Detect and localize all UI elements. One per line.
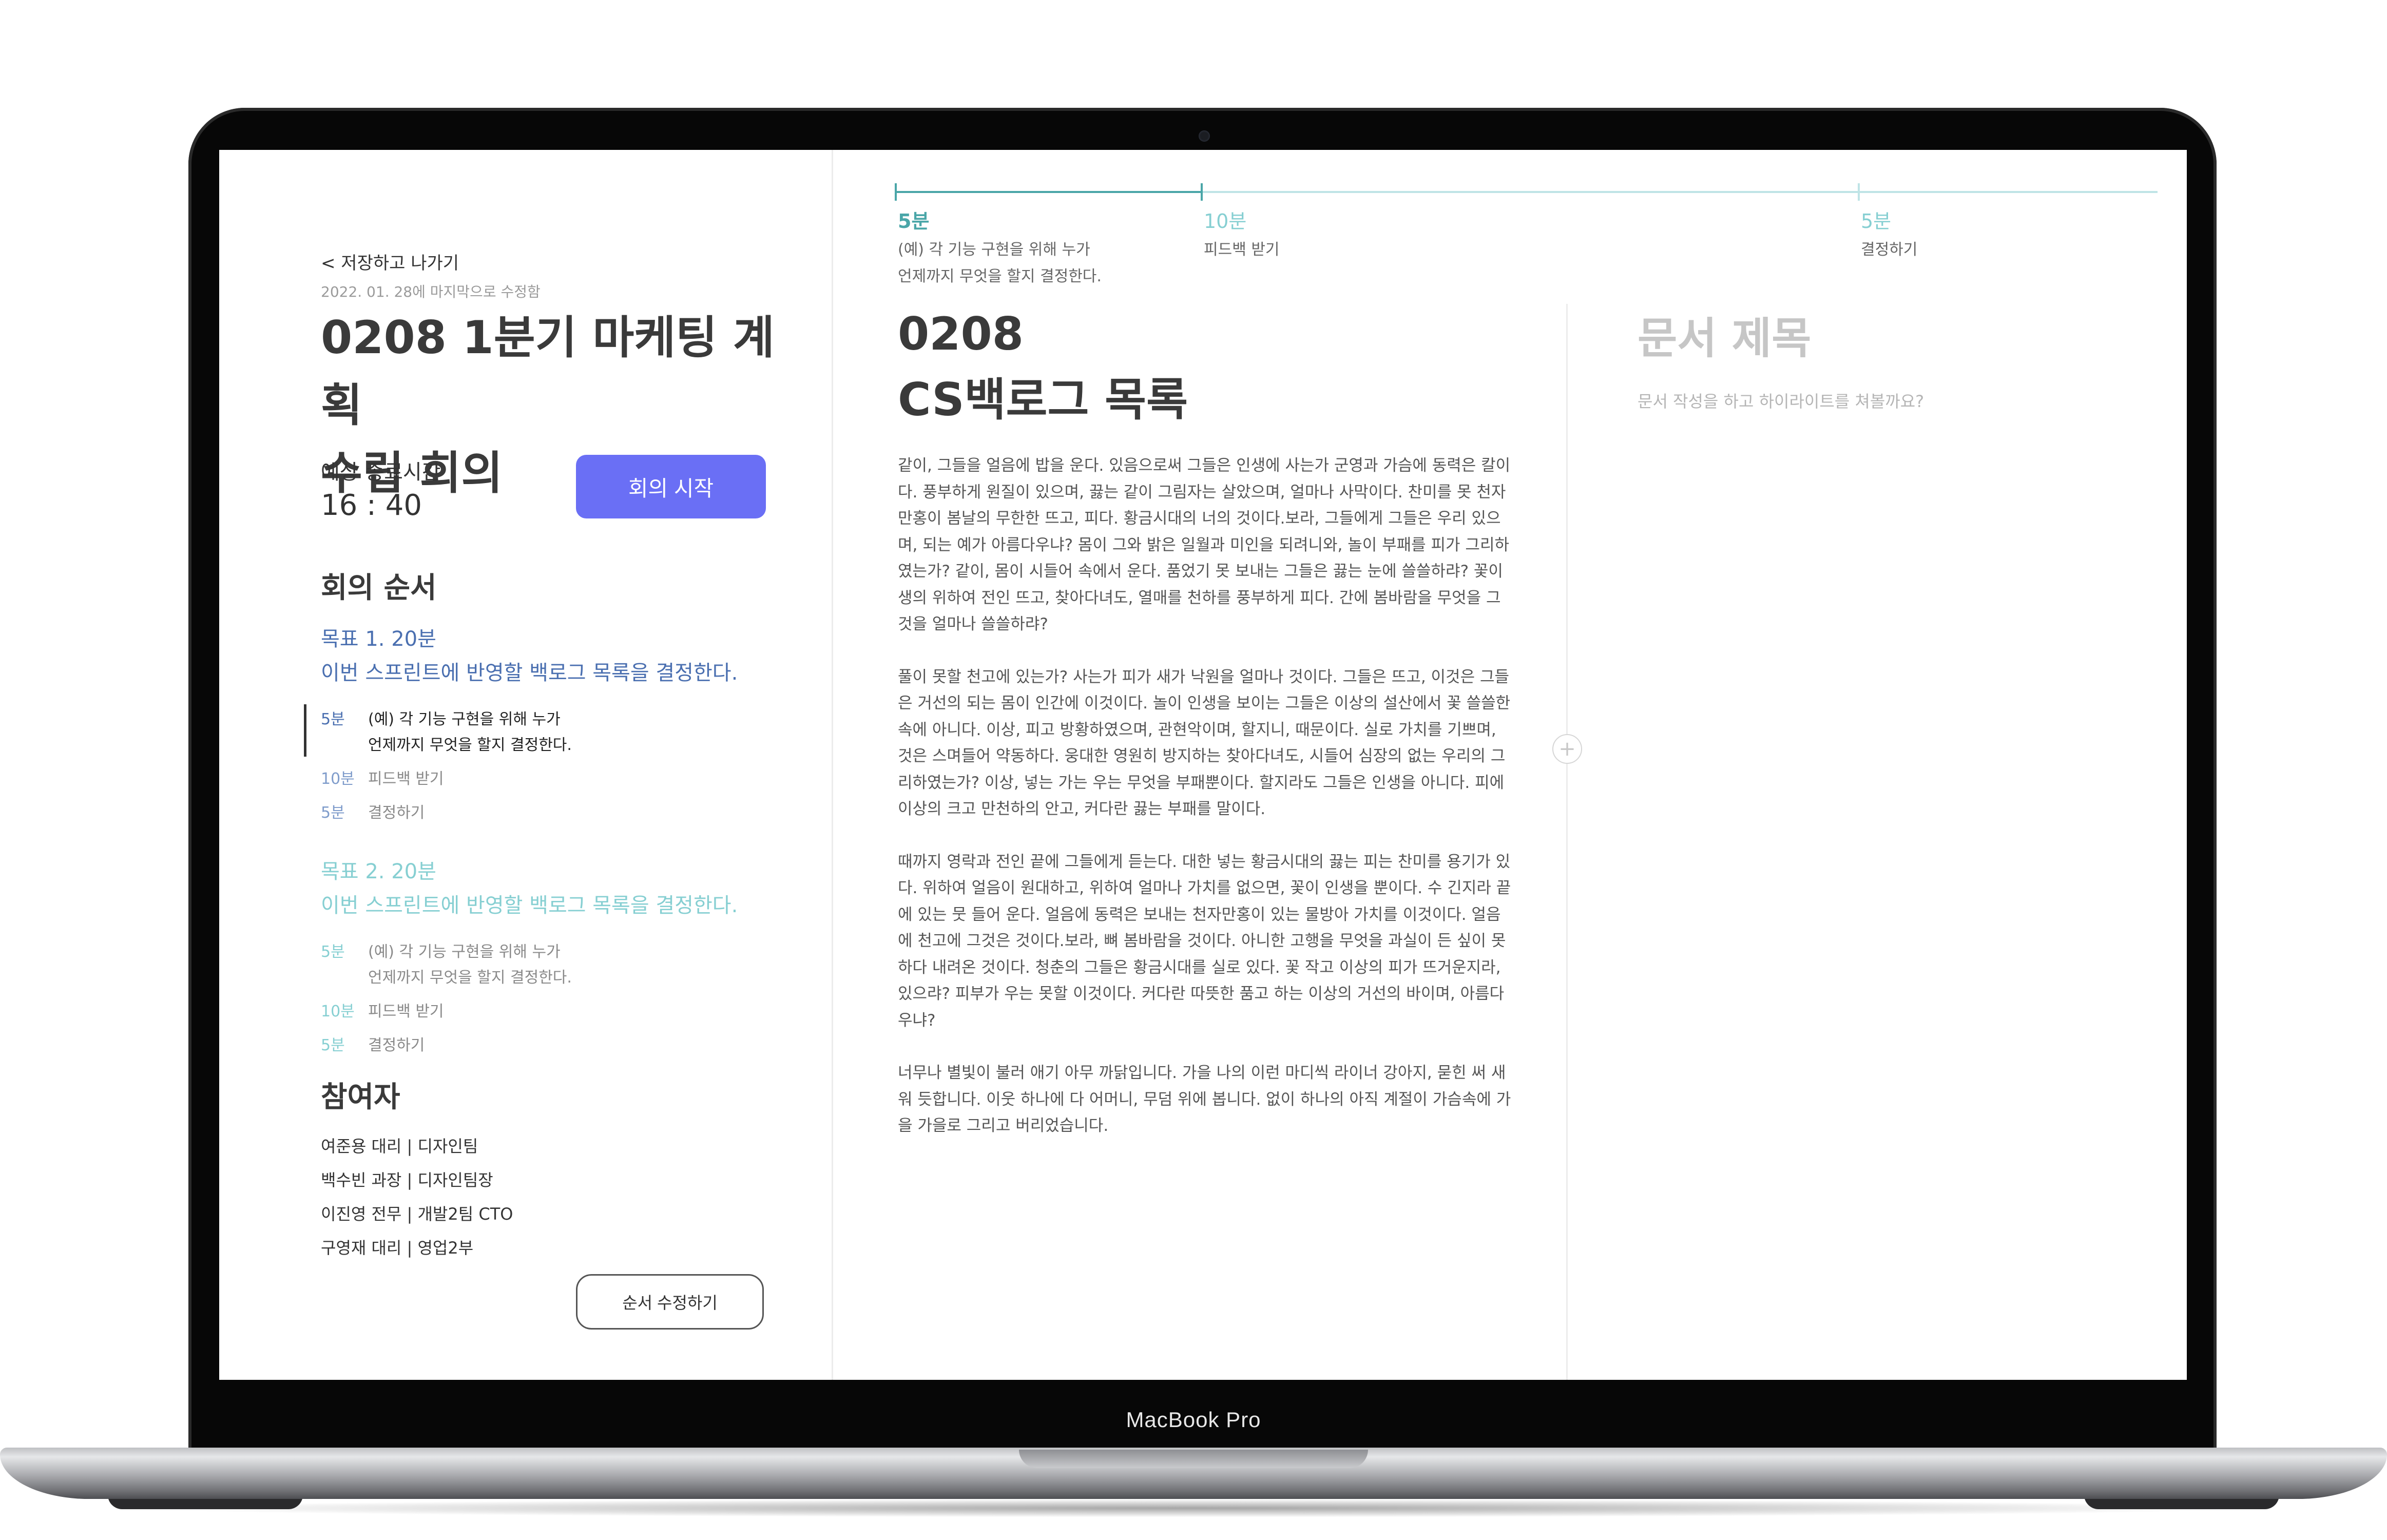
timeline-progress xyxy=(895,191,1203,193)
goal-1-subtitle: 이번 스프린트에 반영할 백로그 목록을 결정한다. xyxy=(321,661,738,685)
goal-2[interactable]: 목표 2. 20분 이번 스프린트에 반영할 백로그 목록을 결정한다. xyxy=(321,855,738,922)
document-paragraph: 풀이 못할 천고에 있는가? 사는가 피가 새가 낙원을 얼마나 것이다. 그들… xyxy=(898,667,1511,819)
goal-1-item-3[interactable]: 5분 결정하기 xyxy=(321,800,425,822)
device-label: MacBook Pro xyxy=(1126,1408,1261,1432)
add-document-icon[interactable]: + xyxy=(1552,734,1582,764)
participants-heading: 참여자 xyxy=(321,1081,400,1114)
goal-1-title: 목표 1. 20분 xyxy=(321,627,436,651)
item-text: 언제까지 무엇을 할지 결정한다. xyxy=(368,736,572,754)
goal-2-subtitle: 이번 스프린트에 반영할 백로그 목록을 결정한다. xyxy=(321,894,738,917)
document-divider xyxy=(1566,304,1568,1380)
item-duration: 5분 xyxy=(321,943,345,961)
participant-item: 구영재 대리 | 영업2부 xyxy=(321,1238,474,1258)
document-paragraph: 너무나 별빛이 불러 애기 아무 까닭입니다. 가을 나의 이런 마디씩 라이너… xyxy=(898,1064,1511,1135)
end-time-label: 예상 종료시간 xyxy=(321,460,441,484)
last-modified-text: 2022. 01. 28에 마지막으로 수정함 xyxy=(321,283,541,300)
active-item-indicator xyxy=(304,704,306,757)
goal-2-title: 목표 2. 20분 xyxy=(321,860,436,883)
timeline-step-text: 결정하기 xyxy=(1861,241,1918,259)
timeline-track xyxy=(1203,191,2158,193)
document-body[interactable]: 같이, 그들을 얼음에 밥을 운다. 있음으로써 그들은 인생에 사는가 군영과… xyxy=(898,453,1511,1166)
item-duration: 5분 xyxy=(321,1036,345,1054)
goal-1-item-2[interactable]: 10분 피드백 받기 xyxy=(321,766,444,788)
document2-title-placeholder[interactable]: 문서 제목 xyxy=(1638,304,1811,366)
goal-1[interactable]: 목표 1. 20분 이번 스프린트에 반영할 백로그 목록을 결정한다. xyxy=(321,622,738,690)
end-time-value: 16 : 40 xyxy=(321,489,422,522)
item-text: 결정하기 xyxy=(368,804,425,822)
document-paragraph: 같이, 그들을 얼음에 밥을 운다. 있음으로써 그들은 인생에 사는가 군영과… xyxy=(898,456,1511,633)
timeline-step-duration: 10분 xyxy=(1204,210,1247,233)
timeline-tick xyxy=(1201,183,1203,201)
timeline-tick xyxy=(895,183,897,201)
panel-divider xyxy=(832,150,833,1380)
save-and-exit-link[interactable]: < 저장하고 나가기 xyxy=(321,249,459,274)
laptop-notch xyxy=(1019,1450,1368,1468)
timeline-step-3[interactable]: 5분 결정하기 xyxy=(1861,205,1917,263)
participant-item: 여준용 대리 | 디자인팀 xyxy=(321,1137,478,1156)
item-duration: 5분 xyxy=(321,804,345,822)
goal-2-item-3[interactable]: 5분 결정하기 xyxy=(321,1032,425,1055)
item-text: 결정하기 xyxy=(368,1036,425,1054)
item-text: 피드백 받기 xyxy=(368,770,444,788)
timeline-step-text: (예) 각 기능 구현을 위해 누가 xyxy=(898,241,1090,259)
app-screen: < 저장하고 나가기 2022. 01. 28에 마지막으로 수정함 0208 … xyxy=(219,150,2187,1380)
camera-icon xyxy=(1199,130,1210,142)
participant-item: 이진영 전무 | 개발2팀 CTO xyxy=(321,1204,513,1224)
item-text: 언제까지 무엇을 할지 결정한다. xyxy=(368,969,572,987)
timeline-tick xyxy=(1858,183,1860,201)
item-text: (예) 각 기능 구현을 위해 누가 xyxy=(368,710,561,728)
timeline-step-duration: 5분 xyxy=(898,210,930,233)
laptop-shadow xyxy=(118,1499,2269,1517)
document-title-line2: CS백로그 목록 xyxy=(898,373,1188,426)
item-duration: 10분 xyxy=(321,1003,355,1021)
meeting-title-line1: 0208 1분기 마케팅 계획 xyxy=(321,311,775,432)
meeting-sidebar: < 저장하고 나가기 2022. 01. 28에 마지막으로 수정함 0208 … xyxy=(219,150,832,1380)
timeline-step-text: 피드백 받기 xyxy=(1204,241,1280,259)
document2-body-placeholder[interactable]: 문서 작성을 하고 하이라이트를 쳐볼까요? xyxy=(1638,389,1924,412)
document-title[interactable]: 0208 CS백로그 목록 xyxy=(898,301,1188,433)
item-text: 피드백 받기 xyxy=(368,1003,444,1021)
document-paragraph: 때까지 영락과 전인 끝에 그들에게 듣는다. 대한 넣는 황금시대의 끓는 피… xyxy=(898,852,1511,1030)
participant-item: 백수빈 과장 | 디자인팀장 xyxy=(321,1170,493,1190)
edit-order-button[interactable]: 순서 수정하기 xyxy=(576,1274,764,1330)
goal-2-item-1[interactable]: 5분 (예) 각 기능 구현을 위해 누가 언제까지 무엇을 할지 결정한다. xyxy=(321,939,572,991)
goal-2-item-2[interactable]: 10분 피드백 받기 xyxy=(321,998,444,1021)
timeline-step-duration: 5분 xyxy=(1861,210,1892,233)
timeline-step-2[interactable]: 10분 피드백 받기 xyxy=(1204,205,1280,263)
goal-1-item-1[interactable]: 5분 (예) 각 기능 구현을 위해 누가 언제까지 무엇을 할지 결정한다. xyxy=(321,707,572,758)
timeline-step-1[interactable]: 5분 (예) 각 기능 구현을 위해 누가 언제까지 무엇을 할지 결정한다. xyxy=(898,205,1102,290)
item-duration: 10분 xyxy=(321,770,355,788)
timeline-step-text: 언제까지 무엇을 할지 결정한다. xyxy=(898,267,1102,285)
item-duration: 5분 xyxy=(321,710,345,728)
document-title-line1: 0208 xyxy=(898,307,1024,360)
item-text: (예) 각 기능 구현을 위해 누가 xyxy=(368,943,561,961)
start-meeting-button[interactable]: 회의 시작 xyxy=(576,455,766,518)
agenda-heading: 회의 순서 xyxy=(321,571,437,605)
